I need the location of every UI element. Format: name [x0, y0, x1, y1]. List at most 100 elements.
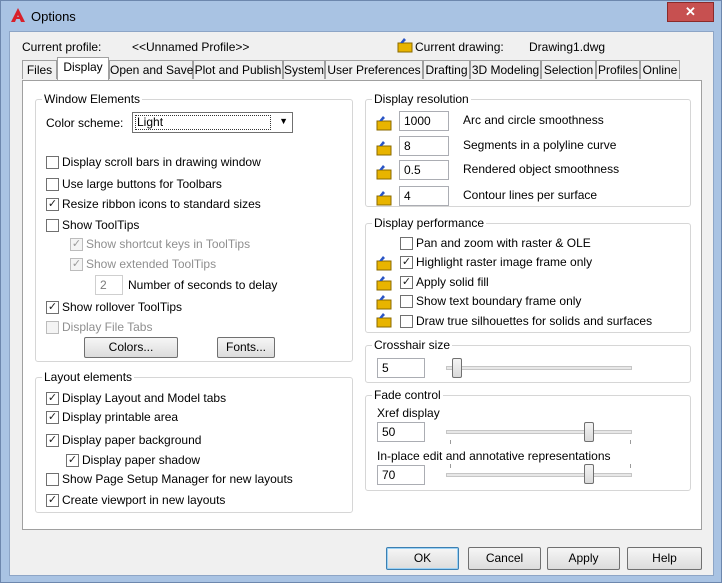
crosshair-slider-thumb[interactable] [452, 358, 462, 378]
checkmark-icon[interactable]: ✓ [400, 256, 413, 269]
arc-smoothness-input[interactable]: 1000 [399, 111, 449, 131]
cancel-button[interactable]: Cancel [468, 547, 541, 570]
tab-drafting[interactable]: Drafting [423, 60, 470, 79]
tab-plot-and-publish[interactable]: Plot and Publish [193, 60, 283, 79]
crosshair-size-input[interactable]: 5 [377, 358, 425, 378]
drawing-icon [376, 141, 392, 156]
checkmark-icon[interactable]: ✓ [46, 411, 59, 424]
contour-lines-input[interactable]: 4 [399, 186, 449, 206]
inplace-edit-input[interactable]: 70 [377, 465, 425, 485]
checkmark-icon[interactable]: ✓ [46, 434, 59, 447]
drawing-icon [376, 256, 392, 271]
fade-control-group: Fade control Xref display 50 In-place ed… [365, 388, 691, 491]
checkbox[interactable] [46, 178, 59, 191]
drawing-icon [376, 276, 392, 291]
display-resolution-group: Display resolution 1000 Arc and circle s… [365, 92, 691, 207]
crosshair-slider-track[interactable] [446, 366, 632, 370]
tab-online[interactable]: Online [640, 60, 680, 79]
contour-lines-label: Contour lines per surface [463, 188, 598, 202]
checkmark-icon[interactable]: ✓ [400, 276, 413, 289]
color-scheme-select[interactable]: Light ▼ [132, 112, 293, 133]
checkbox-label: Resize ribbon icons to standard sizes [62, 197, 261, 211]
colors-button[interactable]: Colors... [84, 337, 178, 358]
window-title: Options [31, 9, 76, 24]
rendered-smoothness-input[interactable]: 0.5 [399, 160, 449, 180]
layout-elements-title: Layout elements [42, 370, 135, 384]
current-profile-value: <<Unnamed Profile>> [132, 40, 250, 54]
xref-display-input[interactable]: 50 [377, 422, 425, 442]
polyline-segments-input[interactable]: 8 [399, 136, 449, 156]
drawing-icon [376, 295, 392, 310]
checkbox-label: Show rollover ToolTips [62, 300, 183, 314]
checkbox-label: Use large buttons for Toolbars [62, 177, 222, 191]
current-drawing-value: Drawing1.dwg [529, 40, 606, 54]
checkbox[interactable] [400, 315, 413, 328]
help-button[interactable]: Help [627, 547, 702, 570]
checkbox-label: Display Layout and Model tabs [62, 391, 227, 405]
drawing-icon [376, 313, 392, 328]
color-scheme-label: Color scheme: [46, 116, 124, 130]
slider-tick [450, 464, 451, 468]
tab-3d-modeling[interactable]: 3D Modeling [470, 60, 541, 79]
checkmark-icon[interactable]: ✓ [46, 494, 59, 507]
checkbox-label: Display paper shadow [82, 453, 201, 467]
checkmark-icon[interactable]: ✓ [46, 301, 59, 314]
display-performance-group: Display performance Pan and zoom with ra… [365, 216, 691, 333]
apply-button[interactable]: Apply [547, 547, 620, 570]
slider-tick [630, 440, 631, 444]
drawing-icon [397, 38, 413, 53]
ok-button[interactable]: OK [386, 547, 459, 570]
tab-selection[interactable]: Selection [541, 60, 596, 79]
display-tab-panel: Window Elements Color scheme: Light ▼ Di… [22, 80, 702, 530]
checkbox-label: Show ToolTips [62, 218, 140, 232]
autocad-logo-icon [11, 8, 25, 22]
checkbox[interactable] [400, 237, 413, 250]
checkbox[interactable] [46, 473, 59, 486]
color-scheme-value: Light [135, 115, 271, 130]
checkmark-icon[interactable]: ✓ [46, 198, 59, 211]
checkmark-icon[interactable]: ✓ [46, 392, 59, 405]
inplace-edit-label: In-place edit and annotative representat… [377, 449, 611, 463]
checkbox-label: Highlight raster image frame only [416, 255, 593, 269]
drawing-icon [376, 116, 392, 131]
xref-slider-thumb[interactable] [584, 422, 594, 442]
xref-slider-track[interactable] [446, 430, 632, 434]
checkbox[interactable] [46, 156, 59, 169]
inplace-slider-track[interactable] [446, 473, 632, 477]
fonts-button[interactable]: Fonts... [217, 337, 275, 358]
slider-tick [630, 464, 631, 468]
checkmark-icon[interactable]: ✓ [66, 454, 79, 467]
tab-files[interactable]: Files [22, 60, 57, 79]
layout-elements-group: Layout elements ✓ Display Layout and Mod… [35, 370, 353, 513]
tab-user-preferences[interactable]: User Preferences [325, 60, 423, 79]
window-elements-group: Window Elements Color scheme: Light ▼ Di… [35, 92, 353, 362]
fade-control-title: Fade control [372, 388, 443, 402]
checkmark-icon: ✓ [70, 258, 83, 271]
profile-row: Current profile: <<Unnamed Profile>> Cur… [22, 38, 702, 56]
rendered-smoothness-label: Rendered object smoothness [463, 162, 620, 176]
delay-label: Number of seconds to delay [128, 278, 278, 292]
tab-open-and-save[interactable]: Open and Save [109, 60, 193, 79]
checkbox-label: Display File Tabs [62, 320, 153, 334]
checkbox-label: Display paper background [62, 433, 202, 447]
display-resolution-title: Display resolution [372, 92, 471, 106]
crosshair-size-group: Crosshair size 5 [365, 338, 691, 383]
checkbox-label: Draw true silhouettes for solids and sur… [416, 314, 653, 328]
inplace-slider-thumb[interactable] [584, 464, 594, 484]
checkbox[interactable] [400, 295, 413, 308]
xref-display-label: Xref display [377, 406, 440, 420]
checkbox-label: Pan and zoom with raster & OLE [416, 236, 591, 250]
tab-system[interactable]: System [283, 60, 325, 79]
checkbox[interactable] [46, 219, 59, 232]
drawing-icon [376, 191, 392, 206]
window-elements-title: Window Elements [42, 92, 143, 106]
checkbox-label: Create viewport in new layouts [62, 493, 226, 507]
dialog-body: Current profile: <<Unnamed Profile>> Cur… [9, 31, 714, 576]
close-button[interactable]: ✕ [667, 2, 714, 22]
arc-smoothness-label: Arc and circle smoothness [463, 113, 604, 127]
checkbox-label: Show Page Setup Manager for new layouts [62, 472, 293, 486]
tab-display[interactable]: Display [57, 57, 109, 80]
checkmark-icon: ✓ [70, 238, 83, 251]
tab-profiles[interactable]: Profiles [596, 60, 640, 79]
crosshair-size-title: Crosshair size [372, 338, 453, 352]
